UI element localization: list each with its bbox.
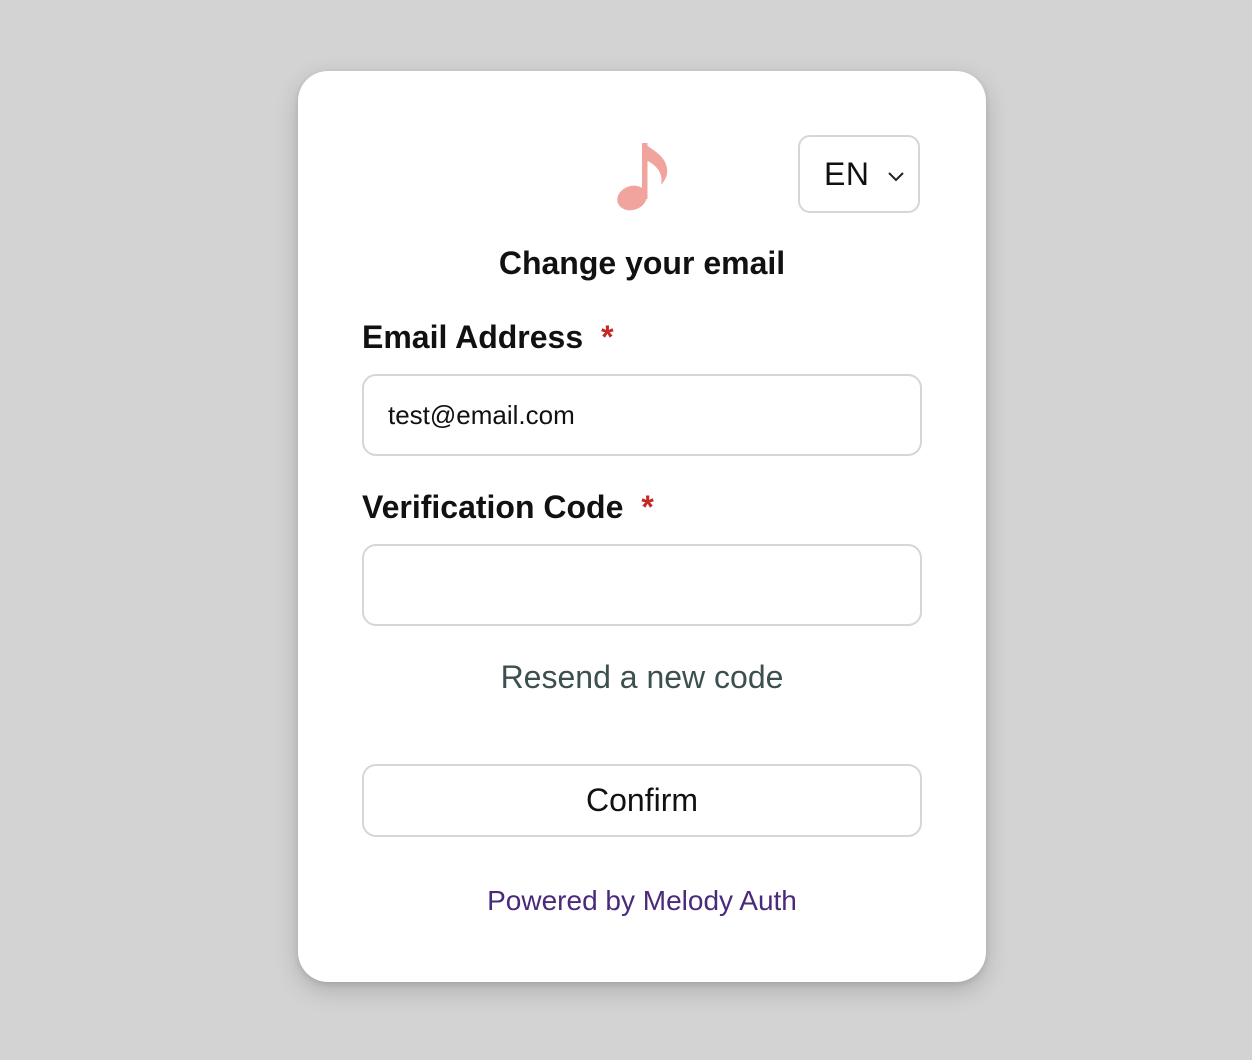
change-email-card: EN Change your email Email Address * Veri… bbox=[298, 71, 986, 982]
confirm-button[interactable]: Confirm bbox=[362, 764, 922, 837]
email-label-text: Email Address bbox=[362, 319, 584, 355]
verification-code-input[interactable] bbox=[362, 544, 922, 626]
powered-by-link[interactable]: Powered by Melody Auth bbox=[298, 885, 986, 917]
email-input[interactable] bbox=[362, 374, 922, 456]
verification-code-required-mark: * bbox=[641, 489, 654, 525]
chevron-down-icon bbox=[888, 172, 904, 182]
verification-code-label-text: Verification Code bbox=[362, 489, 624, 525]
resend-code-link[interactable]: Resend a new code bbox=[298, 659, 986, 696]
verification-code-label: Verification Code * bbox=[362, 489, 654, 526]
email-label: Email Address * bbox=[362, 319, 614, 356]
email-required-mark: * bbox=[601, 319, 614, 355]
music-note-icon bbox=[617, 143, 668, 211]
language-select-value: EN bbox=[824, 155, 870, 192]
language-select[interactable]: EN bbox=[798, 135, 920, 213]
page-title: Change your email bbox=[498, 245, 786, 281]
